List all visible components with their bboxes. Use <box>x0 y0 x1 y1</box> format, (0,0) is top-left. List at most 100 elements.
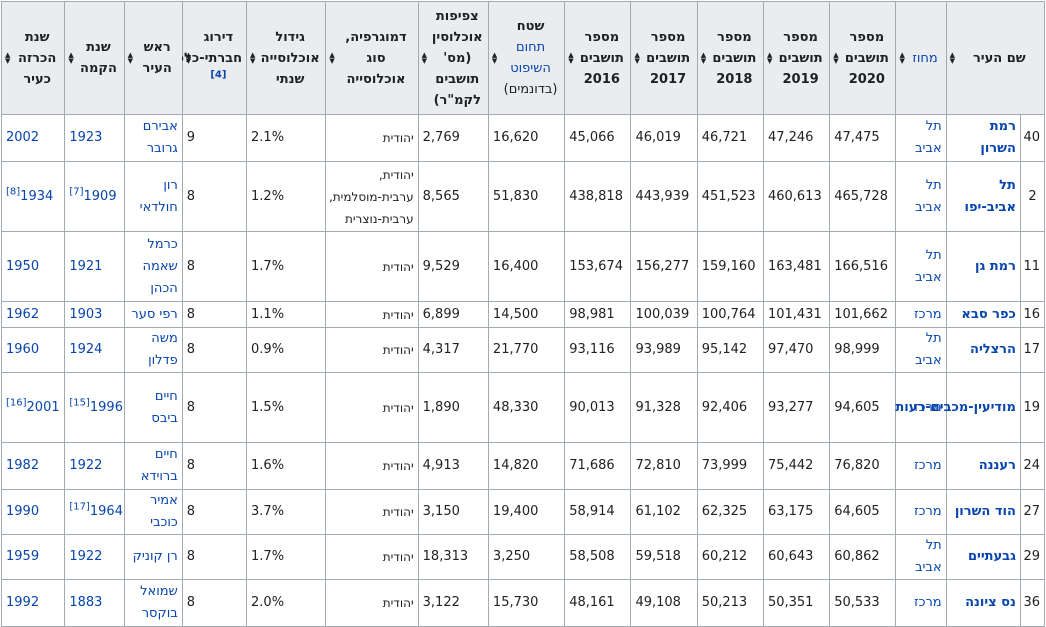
header-city[interactable]: שם העיר ▲ ▼ <box>945 1 1046 115</box>
city-year-cell[interactable]: 1992 <box>0 579 66 627</box>
mayor-link[interactable]: חיים ביבס <box>151 389 177 426</box>
mayor-cell[interactable]: אבירם גרובר <box>123 114 183 162</box>
district-cell[interactable]: מרכז <box>895 442 947 490</box>
ref-link[interactable]: [4] <box>210 69 226 80</box>
year-link[interactable]: 1960 <box>6 342 39 357</box>
district-link[interactable]: מרכז <box>914 504 942 519</box>
city-link[interactable]: נס ציונה <box>965 595 1016 610</box>
year-link[interactable]: 1964 <box>90 504 123 519</box>
district-link[interactable]: מרכז <box>914 458 942 473</box>
sort-icon[interactable]: ▲ ▼ <box>422 52 427 65</box>
city-link[interactable]: הרצליה <box>970 342 1016 357</box>
city-year-cell[interactable]: [16]2001 <box>0 372 66 443</box>
header-founded[interactable]: שנת הקמה ▲ ▼ <box>64 1 125 115</box>
district-link[interactable]: מרכז <box>914 595 942 610</box>
year-link[interactable]: 1992 <box>6 595 39 610</box>
year-link[interactable]: 1934 <box>20 189 53 204</box>
district-link[interactable]: תל אביב <box>915 178 942 215</box>
mayor-link[interactable]: רפי סער <box>131 307 177 322</box>
city-link[interactable]: רמת השרון <box>980 119 1016 156</box>
header-pop-2020[interactable]: מספר תושבים 2020 ▲ ▼ <box>829 1 897 115</box>
header-pop-2019[interactable]: מספר תושבים 2019 ▲ ▼ <box>762 1 831 115</box>
founded-cell[interactable]: [17]1964 <box>64 489 125 535</box>
year-link[interactable]: 1990 <box>6 504 39 519</box>
founded-cell[interactable]: 1921 <box>64 231 125 302</box>
city-link[interactable]: רמת גן <box>975 259 1016 274</box>
district-cell[interactable]: מרכז <box>895 301 947 328</box>
ref-link[interactable]: [8] <box>6 186 20 197</box>
mayor-cell[interactable]: חיים ביבס <box>123 372 183 443</box>
year-link[interactable]: 2001 <box>27 400 60 415</box>
mayor-link[interactable]: רן קוניק <box>133 549 178 564</box>
city-cell[interactable]: תל אביב-יפו <box>945 161 1021 232</box>
sort-icon[interactable]: ▲ ▼ <box>5 52 10 65</box>
sort-icon[interactable]: ▲ ▼ <box>68 52 73 65</box>
city-cell[interactable]: רמת גן <box>945 231 1021 302</box>
city-link[interactable]: הוד השרון <box>955 504 1016 519</box>
header-growth[interactable]: גידול אוכלוסייה שנתי ▲ ▼ <box>246 1 327 115</box>
header-density[interactable]: צפיפות אוכלוסין (מס' תושבים לקמ"ר) ▲ ▼ <box>417 1 489 115</box>
city-cell[interactable]: נס ציונה <box>945 579 1021 627</box>
mayor-cell[interactable]: רפי סער <box>123 301 183 328</box>
ref-link[interactable]: [7] <box>69 186 83 197</box>
city-year-cell[interactable]: 1950 <box>0 231 66 302</box>
mayor-cell[interactable]: משה פדלון <box>123 327 183 373</box>
city-cell[interactable]: מודיעין-מכבים-רעות <box>895 372 1021 443</box>
mayor-link[interactable]: כרמל שאמה הכהן <box>143 237 178 296</box>
header-pop-2017[interactable]: מספר תושבים 2017 ▲ ▼ <box>630 1 698 115</box>
city-cell[interactable]: רעננה <box>945 442 1021 490</box>
district-link[interactable]: תל אביב <box>915 331 942 368</box>
sort-icon[interactable]: ▲ ▼ <box>186 52 191 65</box>
founded-cell[interactable]: 1922 <box>64 534 125 580</box>
city-cell[interactable]: גבעתיים <box>945 534 1021 580</box>
district-link[interactable]: תל אביב <box>915 248 942 285</box>
year-link[interactable]: 1923 <box>69 130 102 145</box>
city-link[interactable]: כפר סבא <box>961 307 1016 322</box>
city-cell[interactable]: רמת השרון <box>945 114 1021 162</box>
district-link[interactable]: תל אביב <box>915 119 942 156</box>
district-cell[interactable]: תל אביב <box>895 114 947 162</box>
mayor-link[interactable]: חיים ברוידא <box>141 447 178 484</box>
sort-icon[interactable]: ▲ ▼ <box>634 52 639 65</box>
year-link[interactable]: 1950 <box>6 259 39 274</box>
mayor-link[interactable]: רון חולדאי <box>140 178 178 215</box>
city-year-cell[interactable]: [8]1934 <box>0 161 66 232</box>
city-link[interactable]: גבעתיים <box>968 549 1016 564</box>
year-link[interactable]: 2002 <box>6 130 39 145</box>
year-link[interactable]: 1922 <box>69 549 102 564</box>
year-link[interactable]: 1909 <box>84 189 117 204</box>
district-cell[interactable]: מרכז <box>895 489 947 535</box>
header-area[interactable]: שטח תחום השיפוט (בדונמים) ▲ ▼ <box>487 1 566 115</box>
founded-cell[interactable]: 1903 <box>64 301 125 328</box>
year-link[interactable]: 1903 <box>69 307 102 322</box>
city-year-cell[interactable]: 1990 <box>0 489 66 535</box>
year-link[interactable]: 1959 <box>6 549 39 564</box>
jurisdiction-link[interactable]: תחום השיפוט <box>510 40 551 76</box>
mayor-cell[interactable]: כרמל שאמה הכהן <box>123 231 183 302</box>
year-link[interactable]: 1924 <box>69 342 102 357</box>
district-cell[interactable]: מרכז <box>895 579 947 627</box>
mayor-cell[interactable]: רון חולדאי <box>123 161 183 232</box>
header-mayor[interactable]: ראש העיר ▲ ▼ <box>123 1 183 115</box>
ref-link[interactable]: [17] <box>69 502 90 513</box>
founded-cell[interactable]: 1883 <box>64 579 125 627</box>
mayor-link[interactable]: משה פדלון <box>148 331 178 368</box>
year-link[interactable]: 1996 <box>90 400 123 415</box>
city-cell[interactable]: הרצליה <box>945 327 1021 373</box>
header-demographics[interactable]: דמוגרפיה, סוג אוכלוסייה ▲ ▼ <box>325 1 419 115</box>
founded-cell[interactable]: [7]1909 <box>64 161 125 232</box>
founded-cell[interactable]: 1923 <box>64 114 125 162</box>
district-cell[interactable]: תל אביב <box>895 327 947 373</box>
district-cell[interactable]: תל אביב <box>895 534 947 580</box>
ref-link[interactable]: [16] <box>6 397 27 408</box>
mayor-link[interactable]: אבירם גרובר <box>143 119 178 156</box>
city-cell[interactable]: הוד השרון <box>945 489 1021 535</box>
district-link[interactable]: מרכז <box>914 400 942 415</box>
header-district[interactable]: מחוז ▲ ▼ <box>895 1 947 115</box>
city-year-cell[interactable]: 2002 <box>0 114 66 162</box>
founded-cell[interactable]: 1922 <box>64 442 125 490</box>
sort-icon[interactable]: ▲ ▼ <box>950 52 955 65</box>
sort-icon[interactable]: ▲ ▼ <box>701 52 706 65</box>
founded-cell[interactable]: [15]1996 <box>64 372 125 443</box>
city-link[interactable]: רעננה <box>979 458 1016 473</box>
